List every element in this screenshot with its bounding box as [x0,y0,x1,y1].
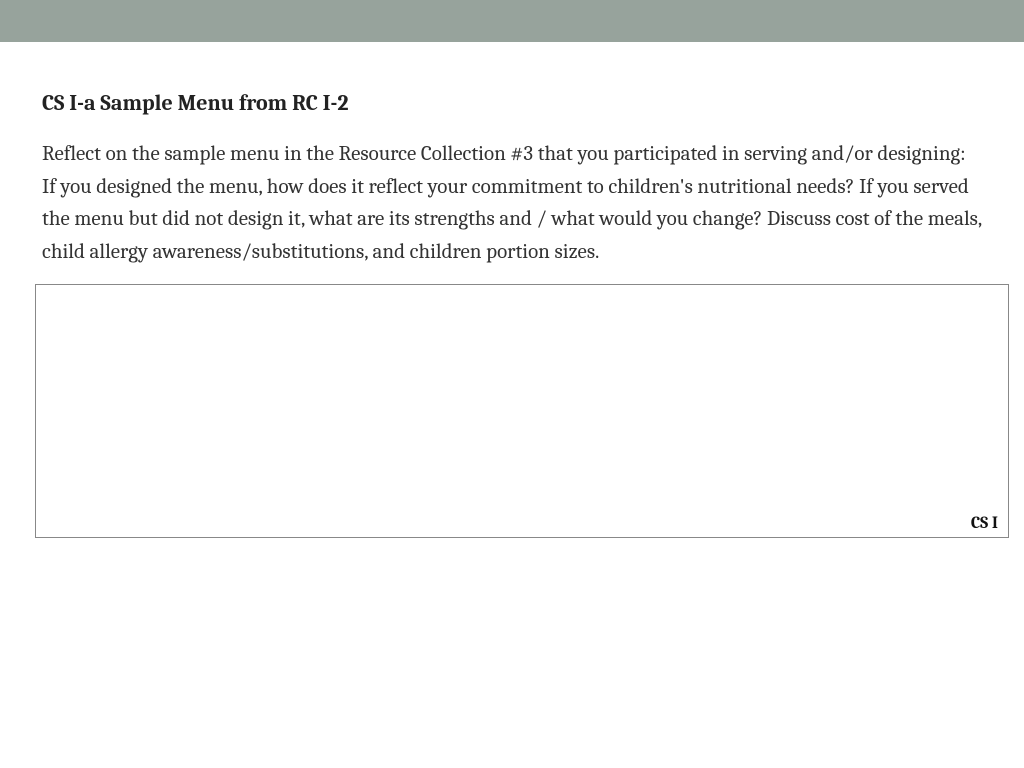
section-heading: CS I-a Sample Menu from RC I-2 [42,90,982,116]
page-content: CS I-a Sample Menu from RC I-2 Reflect o… [0,42,1024,268]
top-banner [0,0,1024,42]
prompt-text: Reflect on the sample menu in the Resour… [42,138,982,268]
response-box-label: CS I [971,514,998,533]
response-box[interactable]: CS I [35,284,1009,538]
